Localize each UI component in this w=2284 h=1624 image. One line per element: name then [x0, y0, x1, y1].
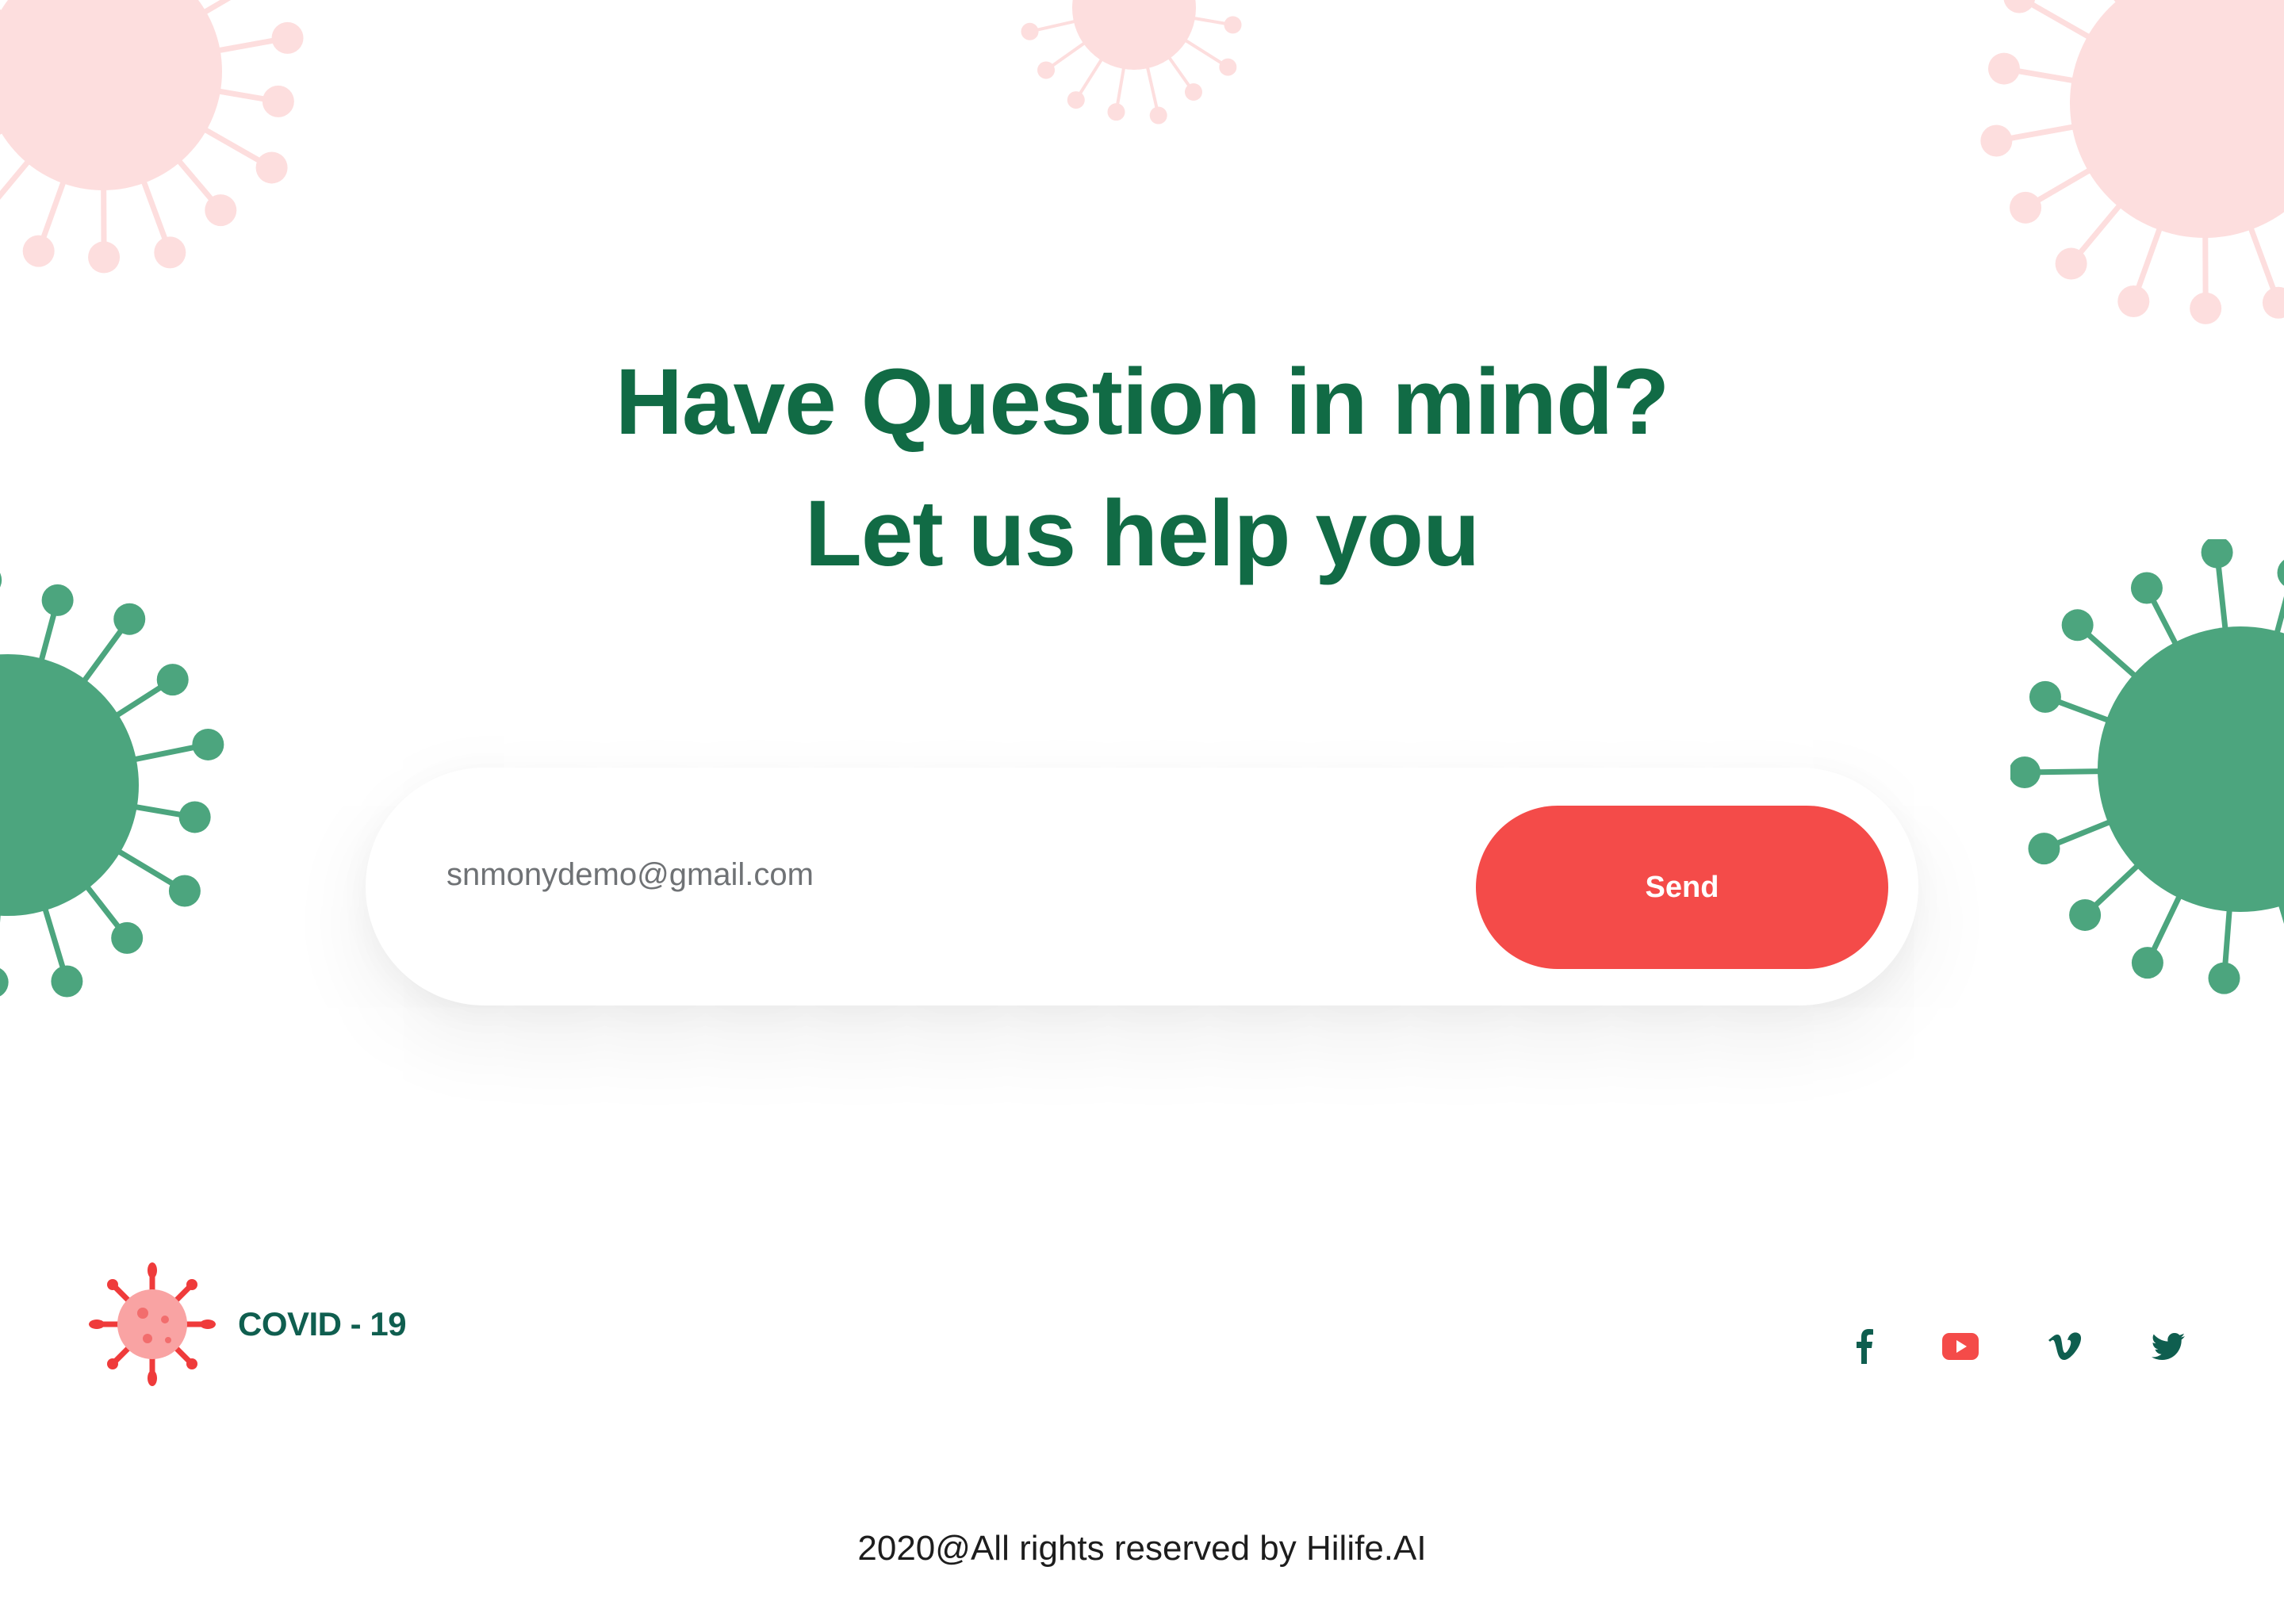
vimeo-link[interactable] [2037, 1318, 2094, 1375]
email-form: Send [366, 768, 1918, 1005]
virus-decoration-top-right-icon [1980, 0, 2284, 324]
page-title-line-2: Let us help you [804, 481, 1480, 586]
virus-decoration-right-green-icon [2010, 539, 2284, 994]
youtube-link[interactable] [1932, 1318, 1989, 1375]
page-title-line-1: Have Question in mind? [615, 350, 1670, 454]
vimeo-icon [2048, 1332, 2082, 1360]
footer-brand[interactable]: COVID - 19 [89, 1261, 407, 1388]
twitter-link[interactable] [2140, 1318, 2197, 1375]
twitter-icon [2152, 1333, 2185, 1360]
covid-virus-icon [89, 1262, 216, 1386]
youtube-icon [1942, 1333, 1979, 1360]
email-field[interactable] [445, 842, 1320, 907]
facebook-icon [1857, 1329, 1873, 1364]
brand-name: COVID - 19 [238, 1305, 407, 1342]
virus-decoration-top-left-icon [0, 0, 304, 274]
send-button[interactable]: Send [1476, 806, 1888, 969]
virus-decoration-left-green-icon [0, 573, 224, 998]
contact-section: Have Question in mind? Let us help you S… [0, 0, 2284, 1624]
virus-decoration-top-center-icon [1021, 0, 1242, 124]
facebook-link[interactable] [1835, 1318, 1892, 1375]
copyright-text: 2020@All rights reserved by Hilife.AI [857, 1529, 1427, 1568]
